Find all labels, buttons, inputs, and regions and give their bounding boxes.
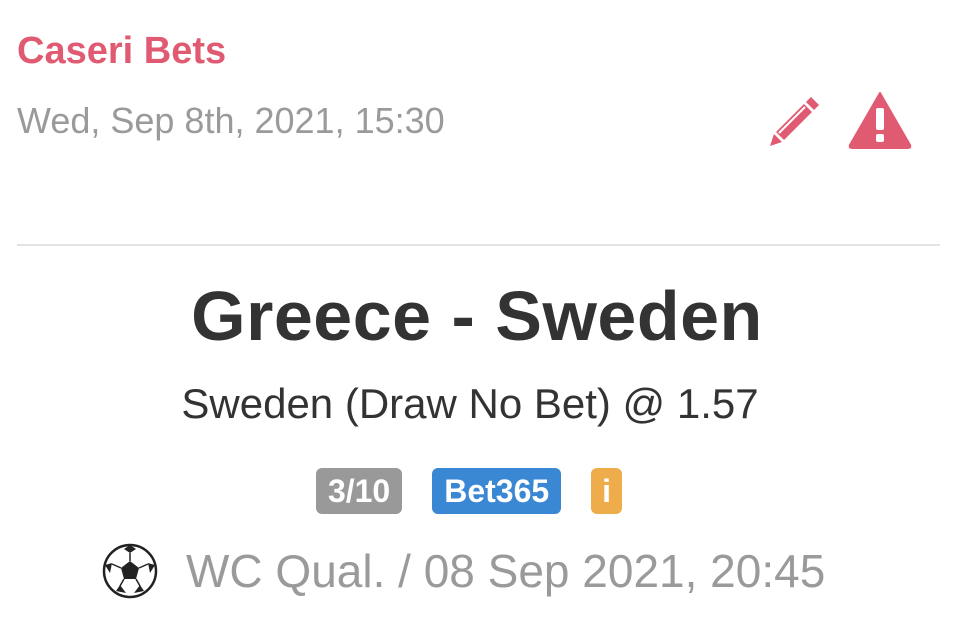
posted-timestamp: Wed, Sep 8th, 2021, 15:30 <box>17 100 445 141</box>
pick-selection: Sweden (Draw No Bet) @ 1.57 <box>181 380 759 427</box>
tip-actions <box>766 90 912 150</box>
match-title: Greece - Sweden <box>191 277 763 355</box>
soccer-ball-icon <box>102 543 158 599</box>
bookmaker-badge[interactable]: Bet365 <box>432 468 562 514</box>
pencil-icon <box>770 97 819 146</box>
tipster-name-link[interactable]: Caseri Bets <box>17 30 226 73</box>
report-button[interactable] <box>848 90 912 150</box>
stake-badge: 3/10 <box>315 468 403 514</box>
tip-card: Caseri Bets Wed, Sep 8th, 2021, 15:30 Gr… <box>0 0 964 626</box>
header-divider <box>17 244 940 246</box>
event-meta-text: WC Qual. / 08 Sep 2021, 20:45 <box>186 545 826 597</box>
info-badge[interactable]: i <box>591 468 623 514</box>
tip-badges: 3/10 Bet365 i <box>0 468 938 514</box>
event-meta: WC Qual. / 08 Sep 2021, 20:45 <box>102 543 825 599</box>
warning-triangle-icon <box>848 92 912 149</box>
edit-button[interactable] <box>766 92 822 148</box>
